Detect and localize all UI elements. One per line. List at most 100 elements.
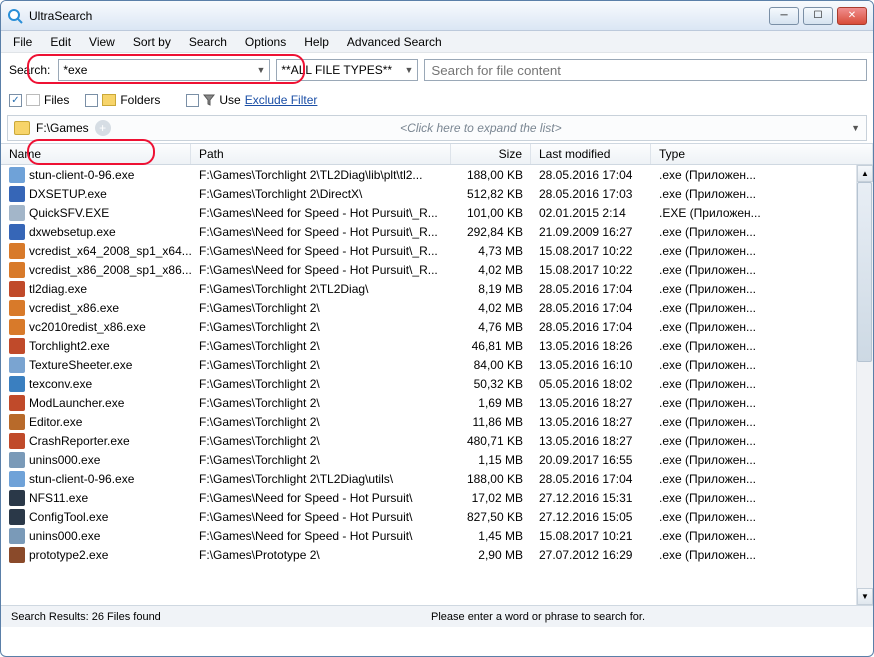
- table-row[interactable]: CrashReporter.exeF:\Games\Torchlight 2\4…: [1, 431, 873, 450]
- table-row[interactable]: prototype2.exeF:\Games\Prototype 2\2,90 …: [1, 545, 873, 564]
- col-type[interactable]: Type: [651, 144, 873, 164]
- file-name: vc2010redist_x86.exe: [29, 320, 146, 334]
- file-path: F:\Games\Torchlight 2\: [191, 434, 451, 448]
- status-hint: Please enter a word or phrase to search …: [431, 611, 863, 623]
- table-row[interactable]: unins000.exeF:\Games\Torchlight 2\1,15 M…: [1, 450, 873, 469]
- table-row[interactable]: Torchlight2.exeF:\Games\Torchlight 2\46,…: [1, 336, 873, 355]
- menu-view[interactable]: View: [81, 33, 123, 51]
- col-name[interactable]: Name: [1, 144, 191, 164]
- file-size: 827,50 KB: [451, 510, 531, 524]
- exe-icon: [9, 243, 25, 259]
- exe-icon: [9, 319, 25, 335]
- table-row[interactable]: ConfigTool.exeF:\Games\Need for Speed - …: [1, 507, 873, 526]
- scrollbar[interactable]: ▲ ▼: [856, 165, 873, 605]
- files-checkbox[interactable]: ✓: [9, 94, 22, 107]
- col-date[interactable]: Last modified: [531, 144, 651, 164]
- filetype-select[interactable]: **ALL FILE TYPES** ▼: [276, 59, 418, 81]
- table-row[interactable]: Editor.exeF:\Games\Torchlight 2\11,86 MB…: [1, 412, 873, 431]
- scroll-up-button[interactable]: ▲: [857, 165, 873, 182]
- file-name: NFS11.exe: [29, 491, 88, 505]
- menu-advanced-search[interactable]: Advanced Search: [339, 33, 450, 51]
- scroll-thumb[interactable]: [857, 182, 872, 362]
- use-filter-checkbox[interactable]: [186, 94, 199, 107]
- file-type: .exe (Приложен...: [651, 282, 873, 296]
- chevron-down-icon: ▼: [256, 65, 265, 75]
- file-size: 4,73 MB: [451, 244, 531, 258]
- path-row[interactable]: F:\Games + <Click here to expand the lis…: [7, 115, 867, 141]
- table-row[interactable]: DXSETUP.exe F:\Games\Torchlight 2\DirectX…: [1, 184, 873, 203]
- search-input[interactable]: *exe ▼: [58, 59, 270, 81]
- table-row[interactable]: vcredist_x86.exeF:\Games\Torchlight 2\4,…: [1, 298, 873, 317]
- file-path: F:\Games\Torchlight 2\DirectX\: [191, 187, 451, 201]
- table-row[interactable]: QuickSFV.EXEF:\Games\Need for Speed - Ho…: [1, 203, 873, 222]
- table-row[interactable]: vcredist_x64_2008_sp1_x64....F:\Games\Ne…: [1, 241, 873, 260]
- menubar: File Edit View Sort by Search Options He…: [1, 31, 873, 53]
- exe-icon: [9, 205, 25, 221]
- file-name: DXSETUP.exe: [29, 187, 107, 201]
- folder-icon: [14, 121, 30, 135]
- file-size: 101,00 KB: [451, 206, 531, 220]
- menu-search[interactable]: Search: [181, 33, 235, 51]
- exclude-filter-link[interactable]: Exclude Filter: [245, 93, 318, 107]
- menu-file[interactable]: File: [5, 33, 40, 51]
- scroll-down-button[interactable]: ▼: [857, 588, 873, 605]
- table-row[interactable]: vcredist_x86_2008_sp1_x86....F:\Games\Ne…: [1, 260, 873, 279]
- menu-help[interactable]: Help: [296, 33, 337, 51]
- table-row[interactable]: vc2010redist_x86.exeF:\Games\Torchlight …: [1, 317, 873, 336]
- chevron-down-icon: ▼: [851, 123, 860, 133]
- files-label: Files: [44, 93, 69, 107]
- expand-hint[interactable]: <Click here to expand the list>: [117, 121, 845, 135]
- table-row[interactable]: unins000.exeF:\Games\Need for Speed - Ho…: [1, 526, 873, 545]
- file-date: 13.05.2016 16:10: [531, 358, 651, 372]
- content-search-input[interactable]: [424, 59, 867, 81]
- file-path: F:\Games\Torchlight 2\: [191, 301, 451, 315]
- table-row[interactable]: stun-client-0-96.exeF:\Games\Torchlight …: [1, 165, 873, 184]
- table-row[interactable]: dxwebsetup.exeF:\Games\Need for Speed - …: [1, 222, 873, 241]
- scroll-track[interactable]: [857, 182, 873, 588]
- file-type: .exe (Приложен...: [651, 301, 873, 315]
- table-row[interactable]: NFS11.exeF:\Games\Need for Speed - Hot P…: [1, 488, 873, 507]
- file-type: .exe (Приложен...: [651, 548, 873, 562]
- table-row[interactable]: stun-client-0-96.exe F:\Games\Torchlight …: [1, 469, 873, 488]
- search-bar: Search: *exe ▼ **ALL FILE TYPES** ▼: [1, 53, 873, 87]
- close-button[interactable]: ✕: [837, 7, 867, 25]
- maximize-button[interactable]: ☐: [803, 7, 833, 25]
- col-path[interactable]: Path: [191, 144, 451, 164]
- results-list: stun-client-0-96.exe F:\Games\Torchlight …: [1, 165, 873, 605]
- file-date: 20.09.2017 16:55: [531, 453, 651, 467]
- table-row[interactable]: ModLauncher.exeF:\Games\Torchlight 2\1,6…: [1, 393, 873, 412]
- file-path: F:\Games\Torchlight 2\TL2Diag\utils\: [191, 472, 451, 486]
- exe-icon: [9, 471, 25, 487]
- file-path: F:\Games\Torchlight 2\: [191, 358, 451, 372]
- file-size: 1,15 MB: [451, 453, 531, 467]
- table-row[interactable]: texconv.exeF:\Games\Torchlight 2\50,32 K…: [1, 374, 873, 393]
- file-type: .exe (Приложен...: [651, 187, 873, 201]
- table-row[interactable]: TextureSheeter.exeF:\Games\Torchlight 2\…: [1, 355, 873, 374]
- file-name: prototype2.exe: [29, 548, 108, 562]
- file-date: 15.08.2017 10:21: [531, 529, 651, 543]
- file-size: 2,90 MB: [451, 548, 531, 562]
- add-path-button[interactable]: +: [95, 120, 111, 136]
- file-size: 84,00 KB: [451, 358, 531, 372]
- file-size: 292,84 KB: [451, 225, 531, 239]
- folders-checkbox[interactable]: [85, 94, 98, 107]
- titlebar[interactable]: UltraSearch ─ ☐ ✕: [1, 1, 873, 31]
- exe-icon: [9, 357, 25, 373]
- col-size[interactable]: Size: [451, 144, 531, 164]
- menu-options[interactable]: Options: [237, 33, 294, 51]
- file-size: 188,00 KB: [451, 472, 531, 486]
- menu-edit[interactable]: Edit: [42, 33, 79, 51]
- menu-sortby[interactable]: Sort by: [125, 33, 179, 51]
- file-date: 15.08.2017 10:22: [531, 263, 651, 277]
- file-path: F:\Games\Need for Speed - Hot Pursuit\: [191, 510, 451, 524]
- file-name: texconv.exe: [29, 377, 92, 391]
- table-row[interactable]: tl2diag.exeF:\Games\Torchlight 2\TL2Diag…: [1, 279, 873, 298]
- file-type: .EXE (Приложен...: [651, 206, 873, 220]
- file-name: stun-client-0-96.exe: [29, 472, 134, 486]
- exe-icon: [9, 433, 25, 449]
- file-date: 13.05.2016 18:27: [531, 415, 651, 429]
- exe-icon: [9, 547, 25, 563]
- minimize-button[interactable]: ─: [769, 7, 799, 25]
- file-type: .exe (Приложен...: [651, 491, 873, 505]
- file-name: QuickSFV.EXE: [29, 206, 109, 220]
